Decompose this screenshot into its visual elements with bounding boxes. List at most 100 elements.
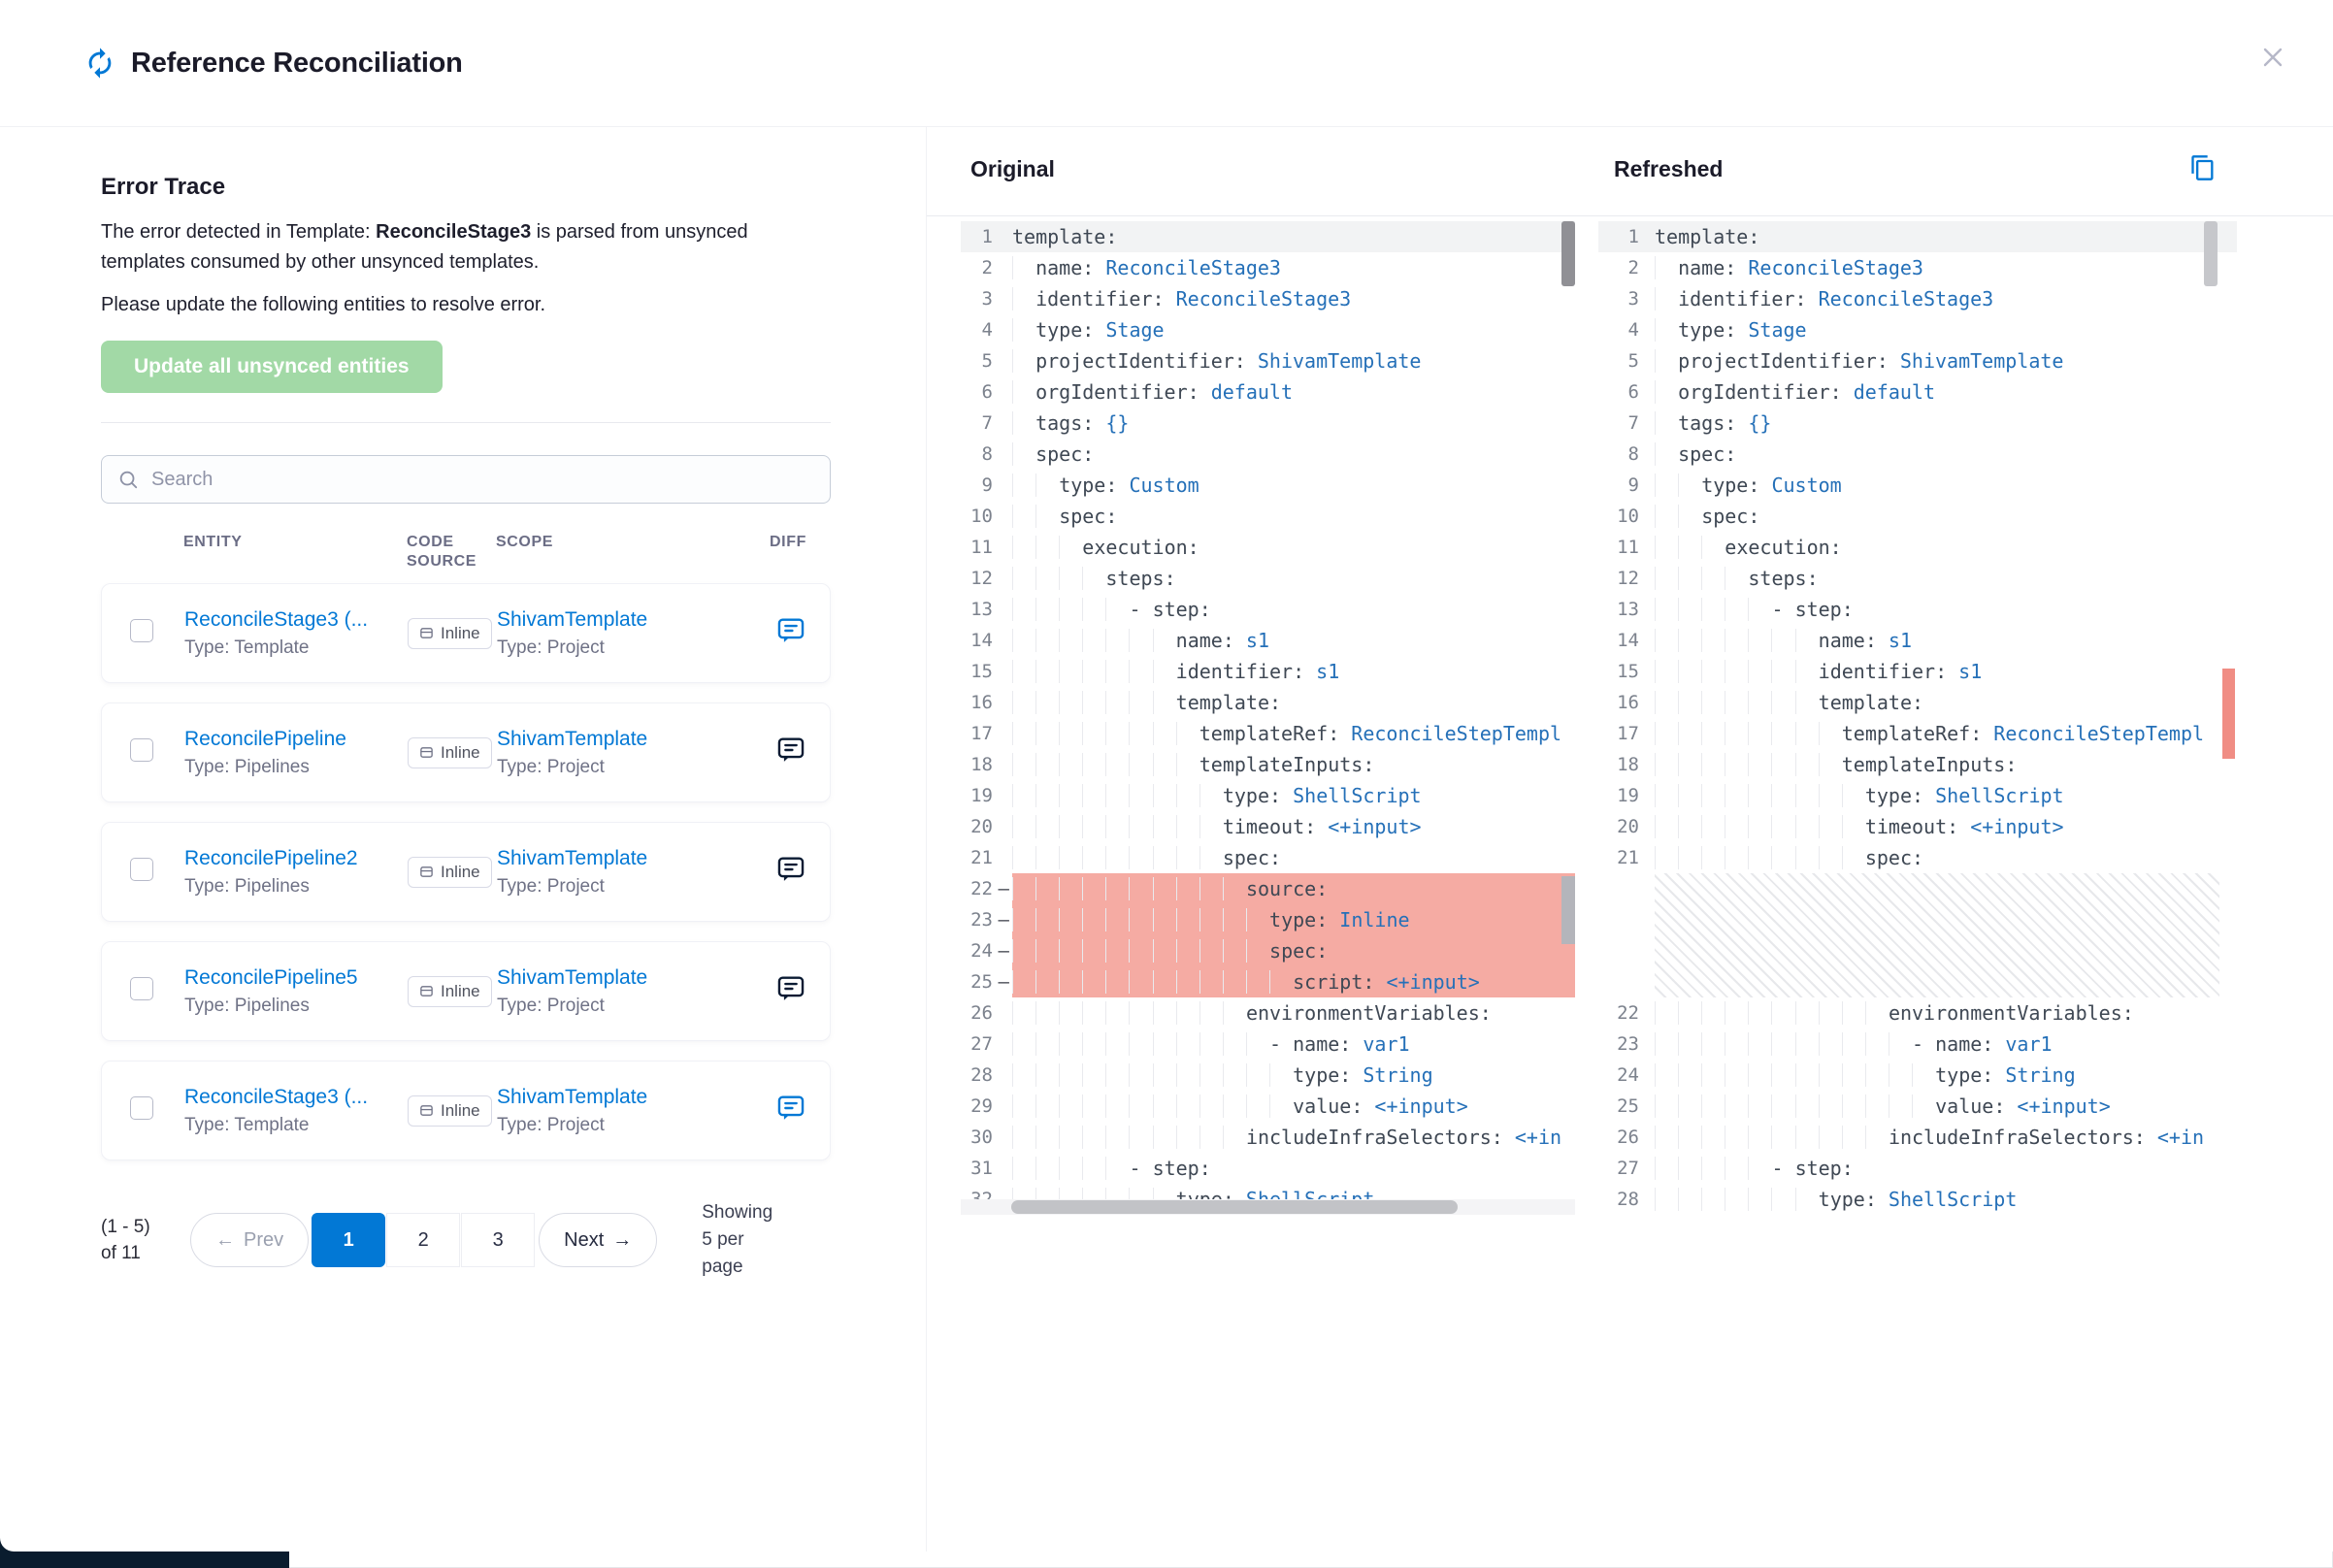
diff-icon[interactable] [774, 1092, 807, 1125]
code-line: 2 name: ReconcileStage3 [1598, 252, 2237, 283]
line-number: 18 [1598, 749, 1655, 780]
scope-type: Type: Project [497, 1115, 771, 1136]
code-line: 5 projectIdentifier: ShivamTemplate [1598, 345, 2237, 376]
line-number: 22– [961, 873, 1012, 904]
line-number: 27 [961, 1029, 1012, 1060]
code-line: 10 spec: [961, 501, 1575, 532]
line-number: 24– [961, 935, 1012, 966]
scope-link[interactable]: ShivamTemplate [497, 1086, 715, 1109]
line-number: 12 [1598, 563, 1655, 594]
line-number: 23 [1598, 1029, 1655, 1060]
error-template-name: ReconcileStage3 [376, 221, 531, 243]
horizontal-scrollbar-thumb[interactable] [1011, 1200, 1458, 1214]
code-source-label: Inline [441, 982, 480, 1001]
entity-type: Type: Pipelines [184, 996, 408, 1017]
code-line: 16 template: [1598, 687, 2237, 718]
code-line: 17 templateRef: ReconcileStepTempl [961, 718, 1575, 749]
code-line: 5 projectIdentifier: ShivamTemplate [961, 345, 1575, 376]
code-line: 13 - step: [1598, 594, 2237, 625]
code-line: 20 timeout: <+input> [961, 811, 1575, 842]
code-line: 24 type: String [1598, 1060, 2237, 1091]
entity-link[interactable]: ReconcilePipeline [184, 728, 403, 751]
search-box[interactable] [101, 455, 831, 504]
copy-icon[interactable] [2187, 152, 2218, 186]
row-checkbox[interactable] [130, 977, 153, 1000]
line-number: 7 [1598, 408, 1655, 439]
entity-link[interactable]: ReconcileStage3 (... [184, 608, 403, 632]
line-number: 25– [961, 966, 1012, 997]
line-number: 31 [961, 1153, 1012, 1184]
line-number: 3 [961, 283, 1012, 314]
code-line: 15 identifier: s1 [961, 656, 1575, 687]
code-source-label: Inline [441, 1101, 480, 1121]
line-number: 16 [1598, 687, 1655, 718]
line-number: 5 [961, 345, 1012, 376]
prev-page-button[interactable]: ←Prev [190, 1213, 309, 1267]
code-line: 20 timeout: <+input> [1598, 811, 2237, 842]
line-number: 6 [1598, 376, 1655, 408]
code-line: 12 steps: [1598, 563, 2237, 594]
entity-link[interactable]: ReconcilePipeline5 [184, 966, 403, 990]
code-source-cell: Inline [408, 618, 497, 649]
code-line: 11 execution: [961, 532, 1575, 563]
diff-headers: Original Refreshed [927, 127, 2333, 216]
code-line: 27 - step: [1598, 1153, 2237, 1184]
row-checkbox[interactable] [130, 1096, 153, 1120]
entity-cell: ReconcileStage3 (... Type: Template [184, 608, 408, 659]
line-number: 19 [1598, 780, 1655, 811]
line-number: 1 [961, 221, 1012, 252]
close-icon[interactable] [2255, 41, 2290, 76]
original-code-panel: 1template:2 name: ReconcileStage33 ident… [961, 221, 1575, 1215]
code-line: 1template: [961, 221, 1575, 252]
vertical-scrollbar-thumb[interactable] [2204, 221, 2218, 286]
line-number: 28 [961, 1060, 1012, 1091]
diff-icon[interactable] [774, 853, 807, 886]
next-page-button[interactable]: Next→ [539, 1213, 657, 1267]
scope-link[interactable]: ShivamTemplate [497, 728, 715, 751]
code-line: 21 spec: [1598, 842, 2237, 873]
diff-icon[interactable] [774, 614, 807, 647]
entity-link[interactable]: ReconcileStage3 (... [184, 1086, 403, 1109]
code-line: 1template: [1598, 221, 2237, 252]
diff-icon[interactable] [774, 734, 807, 767]
horizontal-scrollbar[interactable] [961, 1199, 1575, 1215]
checkbox-cell [102, 619, 184, 647]
refreshed-label: Refreshed [1614, 156, 1723, 182]
code-source-badge: Inline [408, 618, 492, 649]
line-number: 28 [1598, 1184, 1655, 1215]
update-all-unsynced-button[interactable]: Update all unsynced entities [101, 341, 443, 393]
scope-type: Type: Project [497, 637, 771, 659]
scope-cell: ShivamTemplate Type: Project [497, 728, 771, 778]
code-line: 17 templateRef: ReconcileStepTempl [1598, 718, 2237, 749]
scope-cell: ShivamTemplate Type: Project [497, 608, 771, 659]
page-button-2[interactable]: 2 [386, 1213, 460, 1267]
diff-panels: 1template:2 name: ReconcileStage33 ident… [927, 221, 2333, 1215]
row-checkbox[interactable] [130, 858, 153, 881]
code-source-cell: Inline [408, 737, 497, 768]
line-number: 15 [961, 656, 1012, 687]
divider [101, 422, 831, 423]
code-line: 29 value: <+input> [961, 1091, 1575, 1122]
per-page-text: Showing 5 per page [702, 1199, 785, 1281]
code-line: 3 identifier: ReconcileStage3 [961, 283, 1575, 314]
scope-link[interactable]: ShivamTemplate [497, 847, 715, 870]
original-label: Original [970, 156, 1055, 182]
row-checkbox[interactable] [130, 619, 153, 642]
entity-table: ReconcileStage3 (... Type: Template Inli… [101, 583, 831, 1160]
vertical-scrollbar-thumb[interactable] [1561, 221, 1575, 286]
scope-link[interactable]: ShivamTemplate [497, 966, 715, 990]
diff-icon[interactable] [774, 972, 807, 1005]
header-checkbox-spacer [101, 533, 183, 572]
entity-type: Type: Pipelines [184, 876, 408, 898]
row-checkbox[interactable] [130, 738, 153, 762]
header-entity: ENTITY [183, 533, 407, 572]
code-source-label: Inline [441, 863, 480, 882]
code-source-badge: Inline [408, 737, 492, 768]
scope-link[interactable]: ShivamTemplate [497, 608, 715, 632]
entity-link[interactable]: ReconcilePipeline2 [184, 847, 403, 870]
page-button-1[interactable]: 1 [312, 1213, 385, 1267]
code-line: 11 execution: [1598, 532, 2237, 563]
page-button-3[interactable]: 3 [461, 1213, 535, 1267]
search-input[interactable] [149, 468, 814, 492]
line-number: 9 [1598, 470, 1655, 501]
